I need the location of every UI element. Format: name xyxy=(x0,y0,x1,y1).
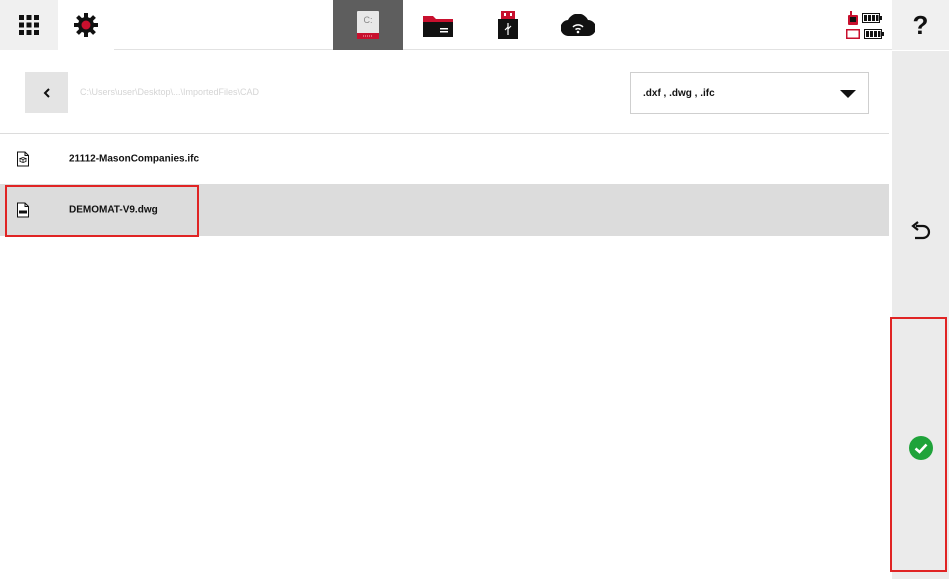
file-type-filter-select[interactable]: .dxf , .dwg , .ifc xyxy=(630,72,869,114)
ifc-file-icon xyxy=(17,151,29,167)
source-folder-button[interactable] xyxy=(403,0,473,50)
device-status xyxy=(838,0,892,50)
grid-icon xyxy=(19,15,39,35)
remote-icon xyxy=(848,11,858,25)
source-usb-button[interactable] xyxy=(473,0,543,50)
source-cloud-button[interactable] xyxy=(543,0,613,50)
right-sidebar xyxy=(890,51,949,579)
apps-menu-button[interactable] xyxy=(0,0,58,50)
confirm-highlight xyxy=(890,317,947,572)
source-drive-c-button[interactable]: C: xyxy=(333,0,403,50)
file-row[interactable]: 21112-MasonCompanies.ifc xyxy=(0,134,889,184)
current-path: C:\Users\user\Desktop\...\ImportedFiles\… xyxy=(80,87,260,97)
drive-c-label: C: xyxy=(363,15,373,25)
path-bar: C:\Users\user\Desktop\...\ImportedFiles\… xyxy=(0,51,889,134)
filter-value: .dxf , .dwg , .ifc xyxy=(643,87,715,99)
tablet-icon xyxy=(846,29,860,39)
caret-down-icon xyxy=(840,90,856,98)
folder-icon xyxy=(423,16,453,37)
undo-button[interactable] xyxy=(892,201,949,261)
usb-icon xyxy=(498,11,518,39)
top-toolbar: C: ? xyxy=(0,0,949,50)
gear-icon xyxy=(74,13,98,37)
confirm-button[interactable] xyxy=(890,317,949,579)
chevron-left-icon xyxy=(43,87,50,98)
battery-icon xyxy=(862,13,882,23)
selection-highlight xyxy=(5,185,199,237)
wifi-cloud-icon xyxy=(561,14,595,36)
battery-icon xyxy=(864,29,884,39)
file-name: 21112-MasonCompanies.ifc xyxy=(69,153,200,165)
settings-button[interactable] xyxy=(58,0,114,50)
file-row-selected[interactable]: DEMOMAT-V9.dwg xyxy=(0,184,889,237)
help-button[interactable]: ? xyxy=(892,0,949,50)
undo-icon xyxy=(910,221,930,240)
file-list: 21112-MasonCompanies.ifc DEMOMAT-V9.dwg xyxy=(0,134,889,237)
help-label: ? xyxy=(912,9,929,40)
back-button[interactable] xyxy=(25,72,68,113)
